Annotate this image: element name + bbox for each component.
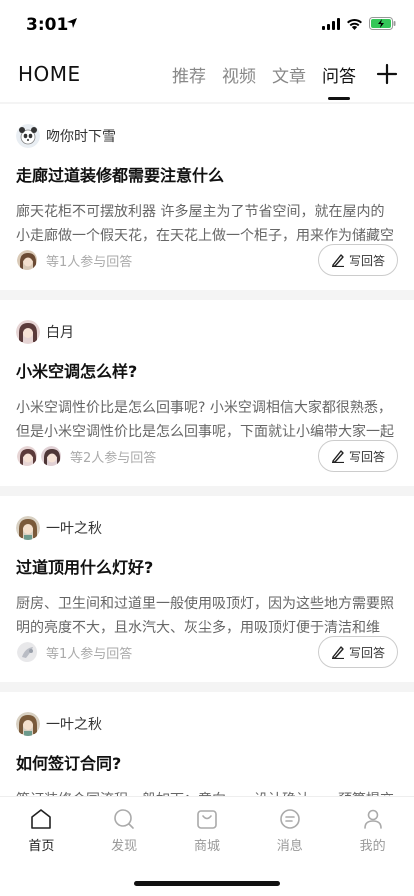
battery-charging-icon bbox=[369, 17, 396, 30]
avatar bbox=[16, 320, 40, 344]
card-footer: 等1人参与回答 写回答 bbox=[16, 636, 398, 668]
add-icon[interactable] bbox=[376, 63, 398, 85]
username: 吻你时下雪 bbox=[46, 129, 116, 145]
card-author[interactable]: 一叶之秋 bbox=[16, 516, 398, 540]
card-author[interactable]: 吻你时下雪 bbox=[16, 124, 398, 148]
participant-count: 等1人参与回答 bbox=[46, 254, 133, 270]
question-card[interactable]: 一叶之秋 如何签订合同? 签订装修合同流程一般如下：意向——设计确认——预算提交 bbox=[0, 692, 414, 796]
card-footer: 等1人参与回答 写回答 bbox=[16, 244, 398, 276]
tab-video[interactable]: 视频 bbox=[222, 62, 256, 87]
question-excerpt[interactable]: 小米空调性价比是怎么回事呢? 小米空调相信大家都很熟悉，但是小米空调性价比是怎么… bbox=[16, 396, 398, 444]
avatar bbox=[16, 516, 40, 540]
tabbar-item-profile[interactable]: 我的 bbox=[343, 807, 403, 854]
pen-icon bbox=[331, 254, 344, 267]
username: 一叶之秋 bbox=[46, 717, 102, 733]
status-time: 3:01 bbox=[26, 15, 69, 35]
qa-feed[interactable]: 吻你时下雪 走廊过道装修都需要注意什么 廊天花柜不可摆放利器 许多屋主为了节省空… bbox=[0, 104, 414, 796]
status-bar: 3:01 bbox=[0, 0, 414, 50]
bottom-tab-bar: 首页 发现 商城 消息 我的 bbox=[0, 796, 414, 896]
app-header: HOME 推荐 视频 文章 问答 bbox=[0, 50, 414, 102]
location-arrow-icon bbox=[67, 18, 77, 28]
participant-count: 等2人参与回答 bbox=[70, 450, 157, 466]
category-tabs: 推荐 视频 文章 问答 bbox=[172, 62, 356, 100]
tabbar-label: 发现 bbox=[111, 839, 138, 854]
participant-avatars bbox=[16, 641, 38, 663]
tabbar-item-discover[interactable]: 发现 bbox=[94, 807, 154, 854]
avatar bbox=[16, 712, 40, 736]
question-title[interactable]: 如何签订合同? bbox=[16, 750, 398, 774]
username: 白月 bbox=[46, 325, 74, 341]
status-indicators bbox=[322, 17, 396, 30]
tab-recommend[interactable]: 推荐 bbox=[172, 62, 206, 87]
tabbar-label: 我的 bbox=[359, 839, 386, 854]
tabbar-label: 消息 bbox=[276, 839, 303, 854]
search-icon bbox=[114, 809, 134, 829]
question-excerpt[interactable]: 签订装修合同流程一般如下：意向——设计确认——预算提交 bbox=[16, 788, 398, 796]
write-answer-button[interactable]: 写回答 bbox=[318, 244, 398, 276]
write-answer-button[interactable]: 写回答 bbox=[318, 440, 398, 472]
question-card[interactable]: 白月 小米空调怎么样? 小米空调性价比是怎么回事呢? 小米空调相信大家都很熟悉，… bbox=[0, 300, 414, 486]
profile-icon bbox=[363, 809, 382, 829]
card-author[interactable]: 一叶之秋 bbox=[16, 712, 398, 736]
pen-icon bbox=[331, 646, 344, 659]
tab-article[interactable]: 文章 bbox=[272, 62, 306, 87]
participant-count: 等1人参与回答 bbox=[46, 646, 133, 662]
write-answer-label: 写回答 bbox=[348, 253, 385, 268]
question-title[interactable]: 小米空调怎么样? bbox=[16, 358, 398, 382]
question-title[interactable]: 走廊过道装修都需要注意什么 bbox=[16, 162, 398, 186]
write-answer-button[interactable]: 写回答 bbox=[318, 636, 398, 668]
tab-qa[interactable]: 问答 bbox=[322, 62, 356, 100]
question-card[interactable]: 一叶之秋 过道顶用什么灯好? 厨房、卫生间和过道里一般使用吸顶灯，因为这些地方需… bbox=[0, 496, 414, 682]
avatar bbox=[16, 124, 40, 148]
tabbar-label: 商城 bbox=[193, 839, 220, 854]
page-title: HOME bbox=[18, 62, 81, 86]
tabbar-item-messages[interactable]: 消息 bbox=[260, 807, 320, 854]
question-title[interactable]: 过道顶用什么灯好? bbox=[16, 554, 398, 578]
card-author[interactable]: 白月 bbox=[16, 320, 398, 344]
home-icon bbox=[31, 809, 52, 829]
tabbar-item-home[interactable]: 首页 bbox=[11, 807, 71, 854]
message-icon bbox=[279, 809, 300, 829]
participant-avatars bbox=[16, 445, 62, 467]
avatar bbox=[40, 445, 62, 467]
card-footer: 等2人参与回答 写回答 bbox=[16, 440, 398, 472]
pen-icon bbox=[331, 450, 344, 463]
username: 一叶之秋 bbox=[46, 521, 102, 537]
avatar bbox=[16, 249, 38, 271]
wifi-icon bbox=[347, 18, 362, 30]
signal-icon bbox=[322, 17, 340, 30]
shop-bag-icon bbox=[197, 810, 217, 829]
home-indicator bbox=[134, 881, 280, 886]
avatar bbox=[16, 641, 38, 663]
tabbar-item-shop[interactable]: 商城 bbox=[177, 807, 237, 854]
tabbar-label: 首页 bbox=[28, 839, 55, 854]
participant-avatars bbox=[16, 249, 38, 271]
question-card[interactable]: 吻你时下雪 走廊过道装修都需要注意什么 廊天花柜不可摆放利器 许多屋主为了节省空… bbox=[0, 104, 414, 290]
write-answer-label: 写回答 bbox=[348, 449, 385, 464]
question-excerpt[interactable]: 厨房、卫生间和过道里一般使用吸顶灯，因为这些地方需要照明的亮度不大，且水汽大、灰… bbox=[16, 592, 398, 640]
question-excerpt[interactable]: 廊天花柜不可摆放利器 许多屋主为了节省空间，就在屋内的小走廊做一个假天花，在天花… bbox=[16, 200, 398, 248]
write-answer-label: 写回答 bbox=[348, 645, 385, 660]
avatar bbox=[16, 445, 38, 467]
